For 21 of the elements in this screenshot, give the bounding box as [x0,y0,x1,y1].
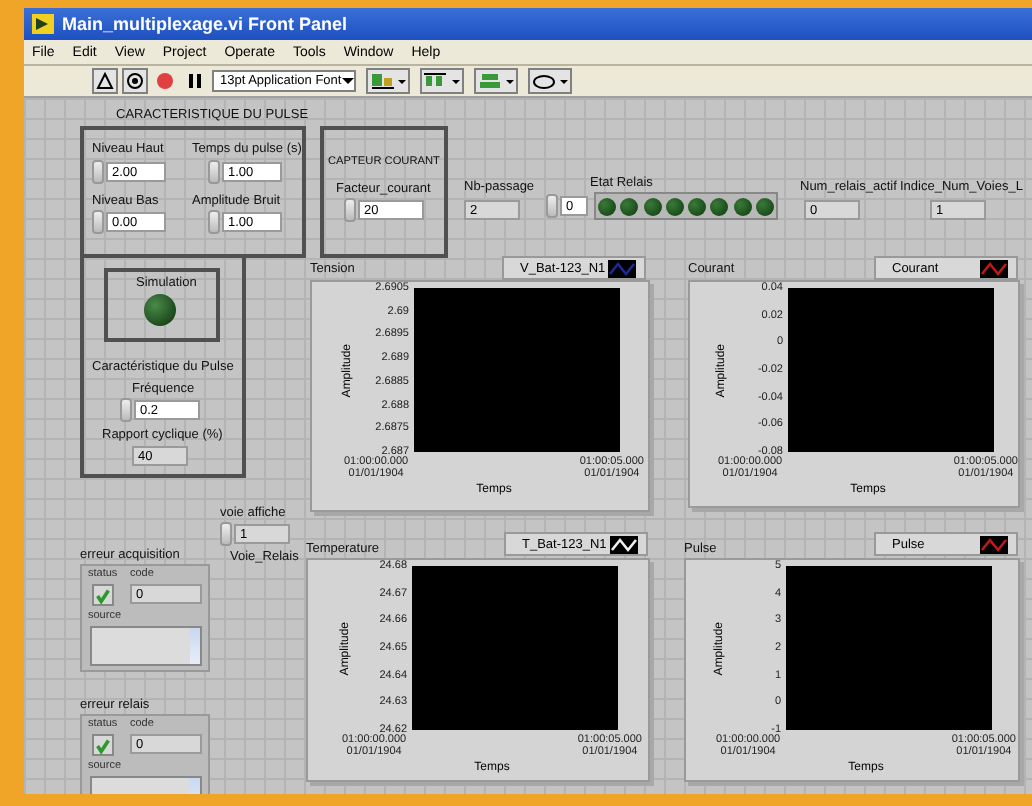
run-continuously-button[interactable] [122,68,148,94]
pause-icon [186,72,204,90]
plot-line-icon [980,535,1008,553]
scrollbar-icon[interactable] [190,628,200,664]
stop-icon [156,72,174,90]
reorder-button[interactable] [528,68,572,94]
resize-icon [478,72,514,90]
reorder-icon [532,72,568,90]
distribute-objects-button[interactable] [420,68,464,94]
run-arrow-icon [96,72,114,90]
simulation-led-button[interactable] [144,294,176,326]
window-title: Main_multiplexage.vi Front Panel [62,14,348,34]
plot-line-icon [608,259,636,277]
align-objects-button[interactable] [366,68,410,94]
run-button[interactable] [92,68,118,94]
distribute-icon [424,72,460,90]
align-icon [370,72,406,90]
vi-icon [32,14,54,34]
plot-line-icon [610,535,638,553]
plot-line-icon [980,259,1008,277]
resize-objects-button[interactable] [474,68,518,94]
